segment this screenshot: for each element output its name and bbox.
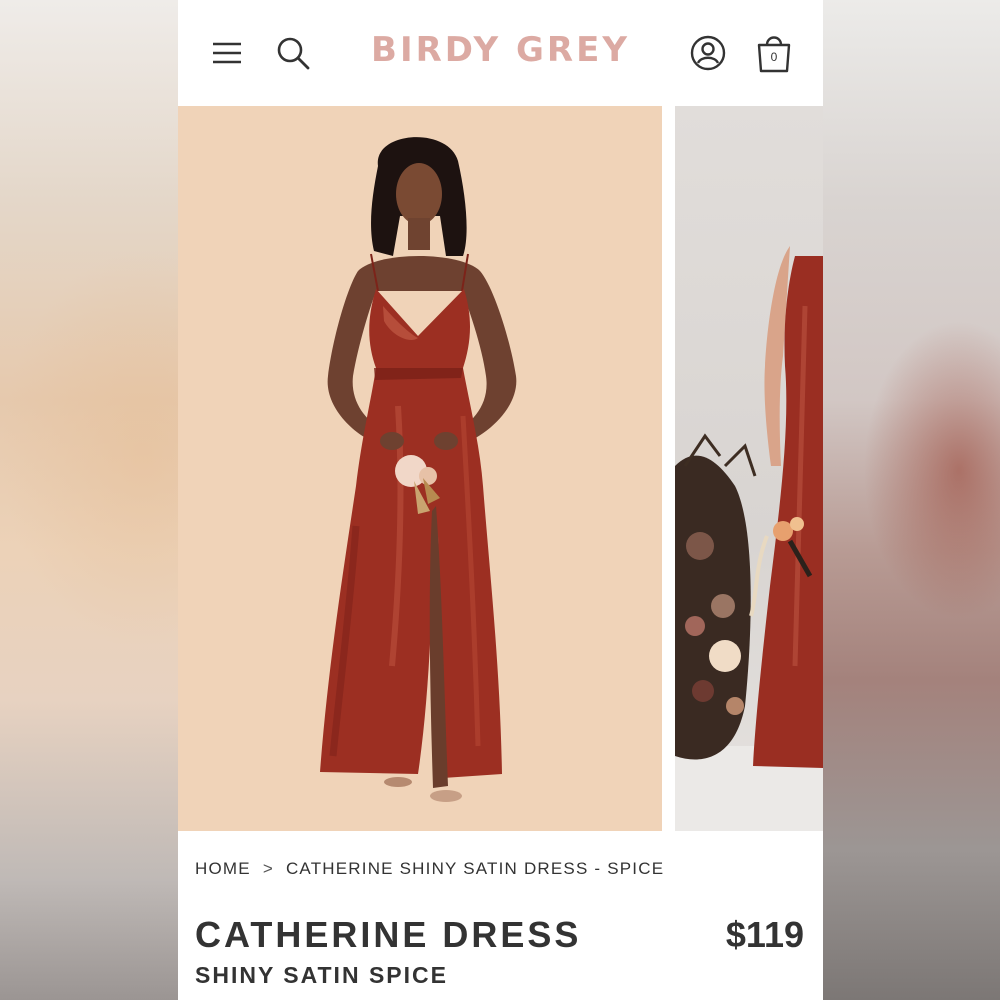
product-image-carousel[interactable]: [178, 106, 823, 831]
account-icon[interactable]: [689, 34, 727, 72]
phone-screen: BIRDY GREY 0 HOME > CATHERINE SHINY SATI…: [178, 0, 823, 1000]
shopping-bag-icon[interactable]: 0: [755, 34, 793, 73]
product-image-main[interactable]: [178, 106, 662, 831]
product-title: CATHERINE DRESS: [195, 914, 582, 955]
hamburger-menu-icon[interactable]: [208, 34, 246, 72]
header-left-actions: [208, 34, 312, 72]
blurred-background-right: [823, 0, 1000, 1000]
breadcrumb-home-link[interactable]: HOME: [195, 859, 251, 879]
breadcrumb-current: CATHERINE SHINY SATIN DRESS - SPICE: [285, 859, 665, 878]
site-header: BIRDY GREY 0: [178, 0, 823, 106]
brand-logo[interactable]: BIRDY GREY: [371, 30, 630, 70]
blurred-background-left: [0, 0, 178, 1000]
product-price: $119: [725, 914, 804, 955]
breadcrumb-separator: >: [262, 859, 274, 878]
product-subtitle: SHINY SATIN SPICE: [195, 962, 448, 988]
header-right-actions: 0: [689, 34, 793, 73]
breadcrumb: HOME > CATHERINE SHINY SATIN DRESS - SPI…: [195, 859, 664, 879]
bag-count-badge: 0: [770, 50, 778, 64]
search-icon[interactable]: [274, 34, 312, 72]
product-image-next[interactable]: [675, 106, 823, 831]
